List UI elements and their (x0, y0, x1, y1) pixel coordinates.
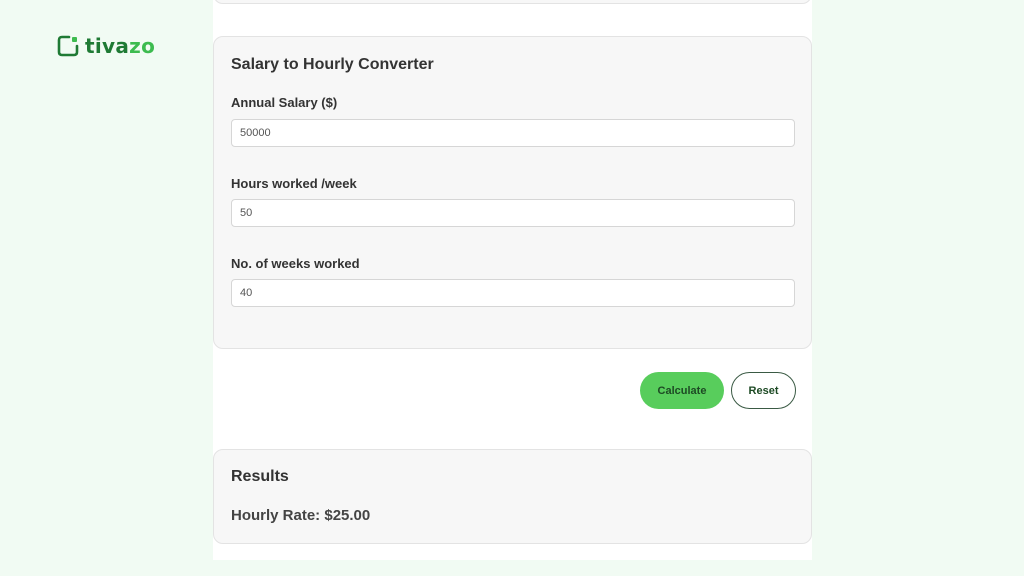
annual-salary-label: Annual Salary ($) (231, 95, 338, 110)
weeks-worked-label: No. of weeks worked (231, 256, 360, 271)
reset-button[interactable]: Reset (731, 372, 796, 409)
converter-card: Salary to Hourly Converter Annual Salary… (213, 36, 812, 349)
brand-name: tivazo (85, 34, 156, 58)
annual-salary-input[interactable] (231, 119, 795, 147)
results-title: Results (231, 468, 289, 485)
main-content: Salary to Hourly Converter Annual Salary… (213, 0, 812, 560)
calculate-button[interactable]: Calculate (640, 372, 724, 409)
logo-bracket-icon (57, 35, 79, 57)
previous-section-card (213, 0, 812, 4)
hours-per-week-label: Hours worked /week (231, 176, 357, 191)
hours-per-week-input[interactable] (231, 199, 795, 227)
weeks-worked-input[interactable] (231, 279, 795, 307)
hourly-rate-result: Hourly Rate: $25.00 (231, 507, 371, 524)
brand-logo[interactable]: tivazo (57, 34, 155, 58)
results-card: Results Hourly Rate: $25.00 (213, 449, 812, 544)
converter-title: Salary to Hourly Converter (231, 56, 434, 73)
